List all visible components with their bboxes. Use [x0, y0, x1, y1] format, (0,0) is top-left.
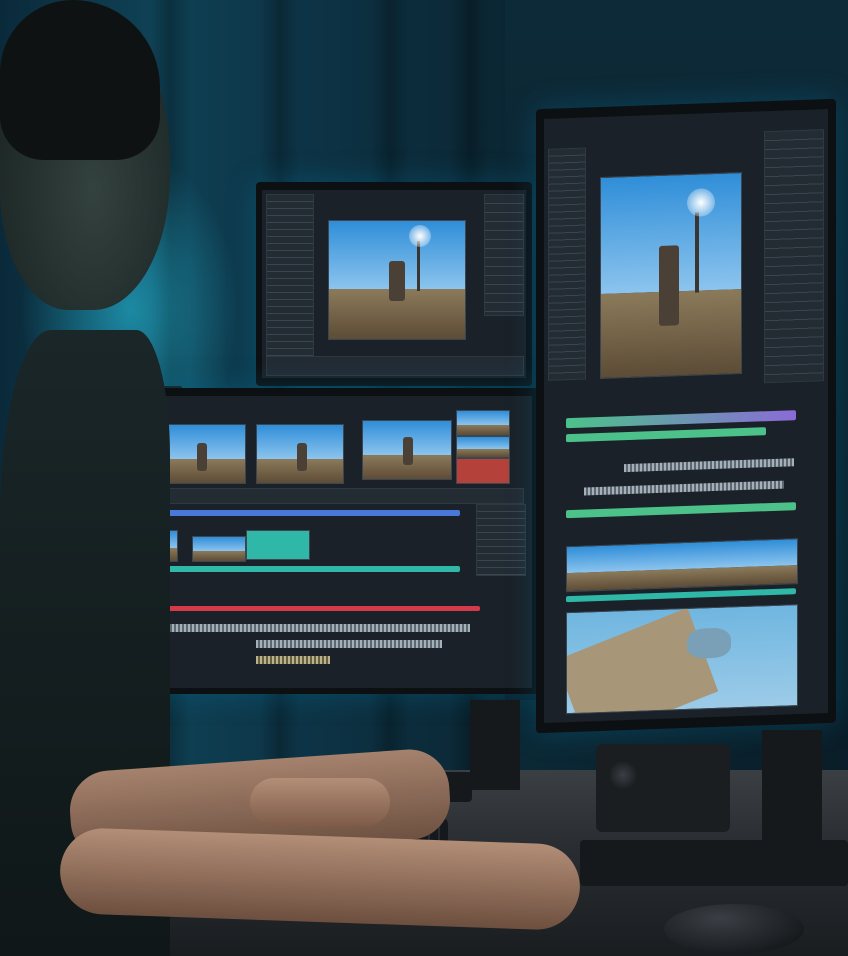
monitor-stand — [762, 730, 822, 850]
audio-waveform — [584, 480, 784, 496]
speaker — [596, 744, 730, 832]
audio-track — [566, 410, 796, 429]
program-monitor — [600, 172, 742, 380]
effects-panel — [764, 129, 824, 384]
person — [0, 0, 600, 956]
audio-track — [566, 502, 796, 519]
audio-waveform — [624, 458, 794, 473]
filmstrip — [566, 538, 798, 593]
mouse — [664, 904, 804, 954]
source-monitor — [566, 604, 798, 715]
photo-scene — [0, 0, 848, 956]
monitor-base — [580, 840, 848, 886]
